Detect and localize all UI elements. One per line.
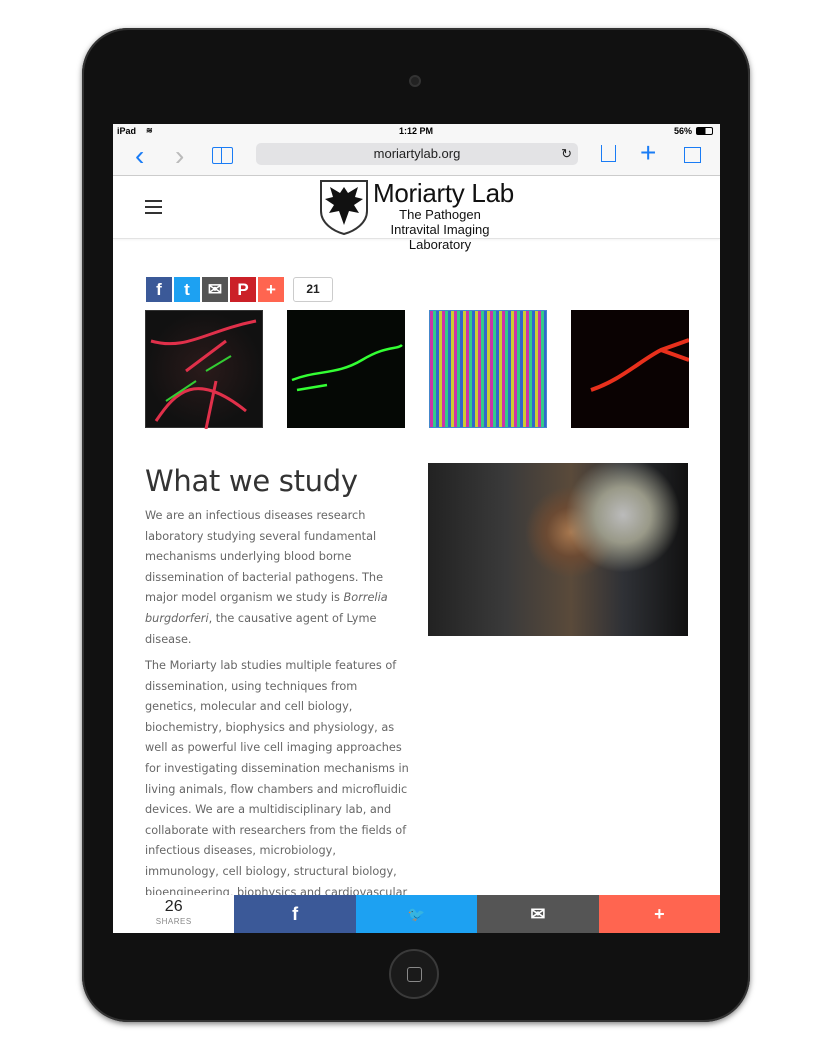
- microscopy-image-2[interactable]: [287, 310, 405, 428]
- clock: 1:12 PM: [399, 126, 434, 136]
- share-buttons: f t ✉ P + 21: [146, 277, 333, 302]
- microscopy-image-3[interactable]: [429, 310, 547, 428]
- device-label: iPad: [117, 126, 137, 136]
- total-shares: 26 SHARES: [113, 895, 235, 933]
- bookmarks-icon[interactable]: [212, 147, 233, 164]
- url-text: moriartylab.org: [373, 146, 461, 161]
- new-tab-button[interactable]: +: [640, 139, 656, 167]
- status-bar: iPad ≋ 1:12 PM 56%: [113, 124, 720, 139]
- research-paragraph: The Moriarty lab studies multiple featur…: [145, 659, 409, 919]
- pinterest-share-button[interactable]: P: [230, 277, 256, 302]
- camera: [409, 75, 421, 87]
- section-heading: What we study: [145, 464, 358, 498]
- battery-icon: [696, 127, 713, 135]
- eagle-shield-logo[interactable]: [319, 179, 369, 235]
- browser-toolbar: ‹ › moriartylab.org ↻ +: [113, 139, 720, 176]
- home-button[interactable]: [389, 949, 439, 999]
- menu-icon[interactable]: [145, 200, 162, 218]
- shares-count: 26: [164, 898, 183, 915]
- facebook-share-button[interactable]: f: [146, 277, 172, 302]
- battery-percent: 56%: [674, 126, 693, 136]
- more-share-button[interactable]: +: [258, 277, 284, 302]
- forward-button[interactable]: ›: [175, 142, 184, 170]
- microscopy-image-4[interactable]: [571, 310, 690, 428]
- share-count: 21: [293, 277, 333, 302]
- lab-photo: [428, 463, 688, 636]
- back-button[interactable]: ‹: [135, 142, 144, 170]
- shares-label: SHARES: [155, 917, 192, 926]
- facebook-bar-button[interactable]: f: [234, 895, 356, 933]
- site-title[interactable]: Moriarty Lab: [373, 178, 514, 209]
- twitter-bar-button[interactable]: 🐦: [355, 895, 478, 933]
- microscopy-image-1[interactable]: [145, 310, 263, 430]
- intro-paragraph: We are an infectious diseases research l…: [145, 506, 410, 650]
- twitter-share-button[interactable]: t: [174, 277, 200, 302]
- share-icon[interactable]: [601, 145, 616, 162]
- email-bar-button[interactable]: ✉: [477, 895, 599, 933]
- email-share-button[interactable]: ✉: [202, 277, 228, 302]
- site-header: Moriarty Lab The Pathogen Intravital Ima…: [113, 176, 720, 252]
- more-bar-button[interactable]: +: [598, 895, 720, 933]
- tabs-icon[interactable]: [684, 147, 701, 163]
- address-bar[interactable]: moriartylab.org ↻: [256, 143, 578, 165]
- wifi-icon: ≋: [146, 126, 153, 135]
- share-bar: 26 SHARES f 🐦 ✉ +: [113, 895, 720, 933]
- site-subtitle: The Pathogen Intravital Imaging Laborato…: [390, 207, 490, 252]
- screen: iPad ≋ 1:12 PM 56% ‹ › moriartylab.org ↻ …: [113, 124, 720, 933]
- reload-icon[interactable]: ↻: [561, 143, 572, 165]
